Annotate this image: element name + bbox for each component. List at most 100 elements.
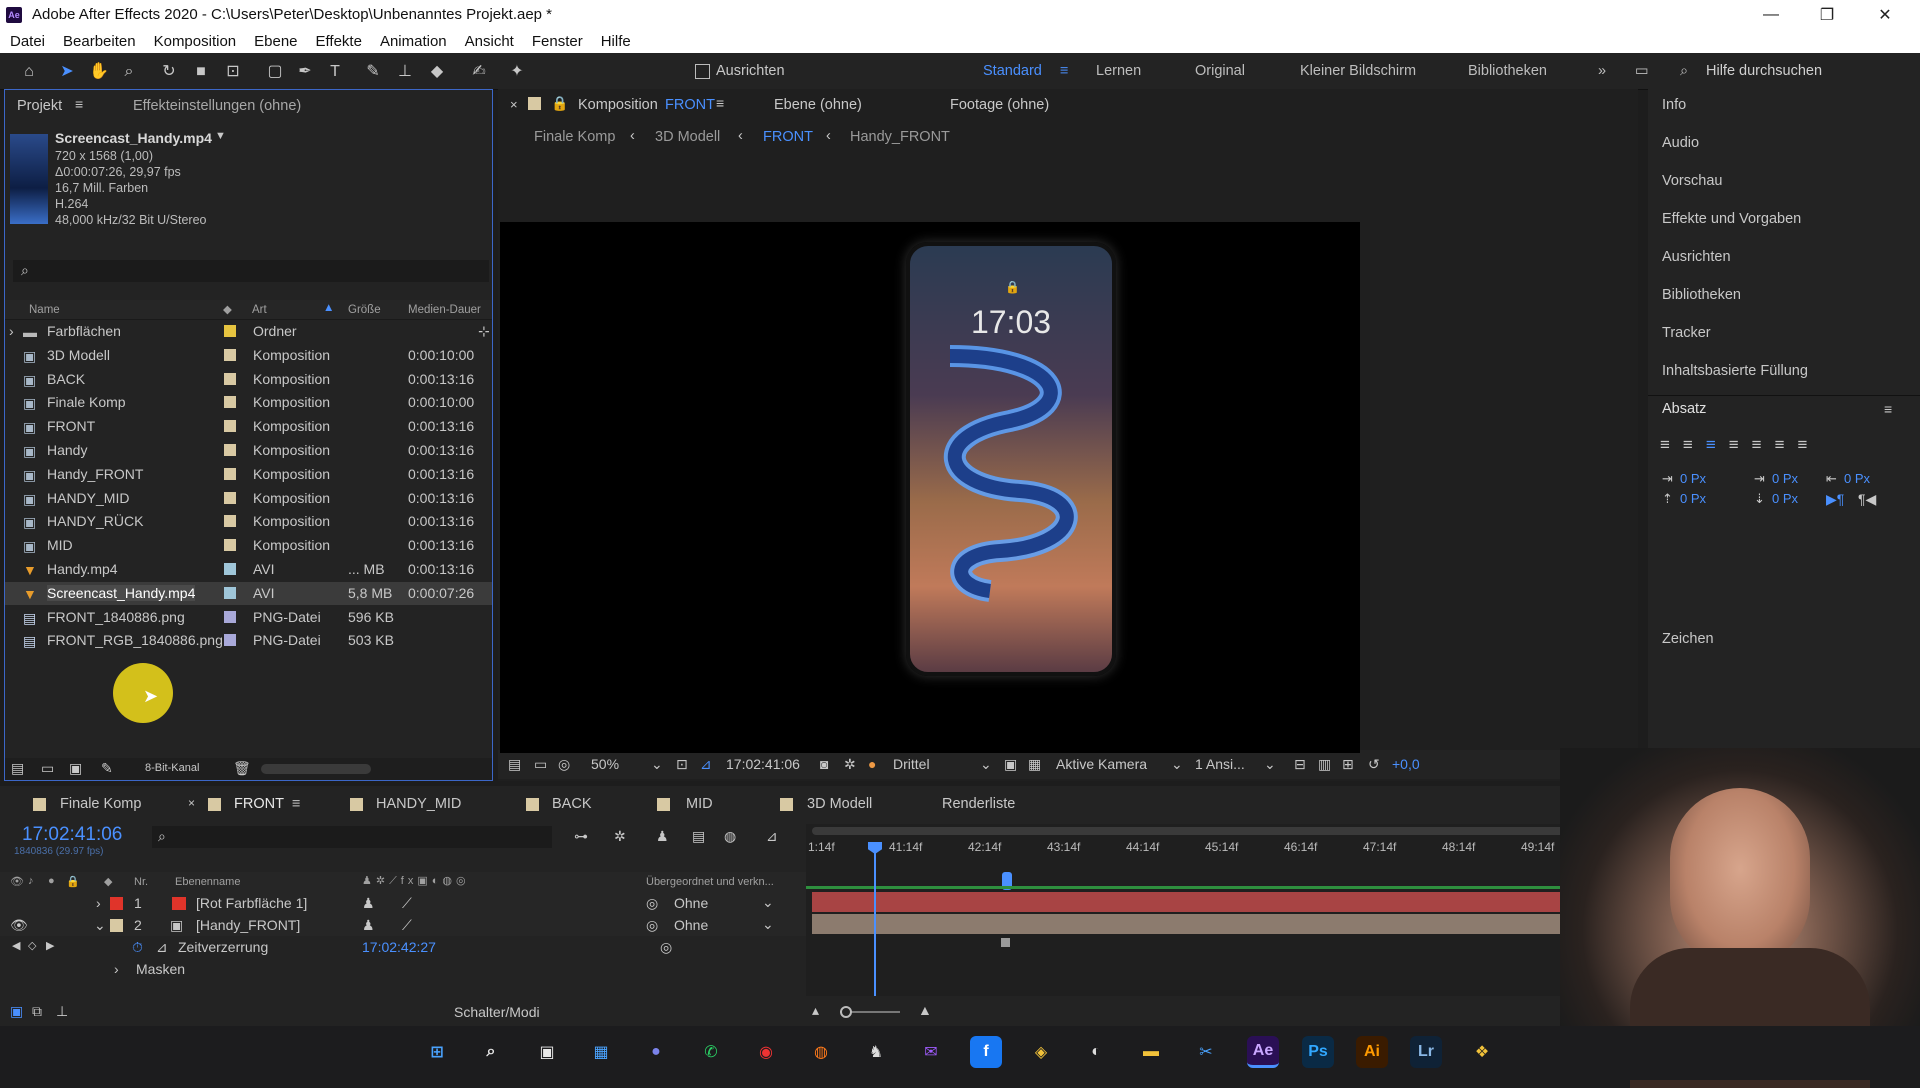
- help-search-input[interactable]: Hilfe durchsuchen: [1706, 63, 1822, 79]
- camera-snapshot-icon[interactable]: ◙: [820, 756, 828, 772]
- exposure-value[interactable]: +0,0: [1392, 756, 1420, 772]
- panel-preview[interactable]: Vorschau: [1662, 173, 1722, 189]
- zoom-out-icon[interactable]: ▴: [812, 1002, 819, 1019]
- maps-icon[interactable]: ◈: [1025, 1036, 1057, 1068]
- timeline-tab-finale-komp[interactable]: Finale Komp: [60, 796, 141, 812]
- layer-label-color[interactable]: [110, 919, 123, 932]
- workspace-standard[interactable]: Standard: [983, 63, 1042, 79]
- transfer-controls-icon[interactable]: ⧉: [32, 1003, 42, 1020]
- comp-tab-name[interactable]: FRONT: [665, 97, 715, 113]
- zoom-slider-handle[interactable]: [840, 1006, 852, 1018]
- breadcrumb-3d-modell[interactable]: 3D Modell: [655, 129, 720, 145]
- project-tab[interactable]: Projekt: [17, 98, 62, 114]
- roto-brush-tool-icon[interactable]: ✍: [468, 61, 490, 83]
- project-item[interactable]: ▼ Handy.mp4 AVI ... MB 0:00:13:16: [5, 558, 492, 581]
- shape-tool-icon[interactable]: ▢: [264, 61, 286, 83]
- item-label-color[interactable]: [224, 491, 236, 504]
- item-label-color[interactable]: [224, 372, 236, 385]
- chevron-down-icon[interactable]: ⌄: [1171, 756, 1183, 773]
- new-folder-icon[interactable]: ▭: [41, 760, 54, 777]
- eraser-tool-icon[interactable]: ◆: [426, 61, 448, 83]
- col-layer-name[interactable]: Ebenenname: [175, 876, 240, 888]
- grid-dropdown[interactable]: Drittel: [893, 756, 930, 772]
- more-workspaces-icon[interactable]: »: [1598, 63, 1606, 79]
- hand-tool-icon[interactable]: ✋: [88, 61, 110, 83]
- add-keyframe-icon[interactable]: ◇: [28, 939, 36, 952]
- sort-ascending-icon[interactable]: ▲: [323, 302, 334, 314]
- illustrator-icon[interactable]: Ai: [1356, 1036, 1388, 1068]
- layer-name[interactable]: [Handy_FRONT]: [196, 917, 300, 933]
- camera-tool-icon[interactable]: ■: [190, 61, 212, 83]
- selection-tool-icon[interactable]: ➤: [56, 61, 78, 83]
- stopwatch-icon[interactable]: ⏱: [132, 939, 143, 956]
- lock-icon[interactable]: 🔒: [551, 95, 568, 112]
- paragraph-menu-icon[interactable]: ≡: [1884, 401, 1892, 417]
- pan-behind-tool-icon[interactable]: ⊡: [222, 61, 244, 83]
- prev-keyframe-icon[interactable]: ◀: [12, 939, 20, 952]
- panel-libraries[interactable]: Bibliotheken: [1662, 287, 1741, 303]
- menu-effekte[interactable]: Effekte: [316, 33, 362, 50]
- panel-effects-presets[interactable]: Effekte und Vorgaben: [1662, 211, 1801, 227]
- views-dropdown[interactable]: 1 Ansi...: [1195, 756, 1245, 772]
- project-item[interactable]: ▼ Screencast_Handy.mp4 AVI 5,8 MB 0:00:07:26: [5, 581, 492, 605]
- chevron-down-icon[interactable]: ⌄: [762, 894, 774, 911]
- effects-tab[interactable]: Effekteinstellungen (ohne): [133, 98, 301, 114]
- viewer-timecode[interactable]: 17:02:41:06: [726, 756, 800, 772]
- layer-name[interactable]: [Rot Farbfläche 1]: [196, 895, 307, 911]
- project-menu-icon[interactable]: ≡: [75, 96, 83, 112]
- bit-depth-button[interactable]: 8-Bit-Kanal: [145, 762, 199, 774]
- help-search-icon[interactable]: ⌕: [1680, 63, 1688, 79]
- chevron-down-icon[interactable]: ⌄: [762, 916, 774, 933]
- project-item[interactable]: ▤ FRONT_RGB_1840886.png PNG-Datei 503 KB: [5, 629, 492, 652]
- chevron-down-icon[interactable]: ⌄: [980, 756, 992, 773]
- item-label-color[interactable]: [224, 444, 236, 456]
- paragraph-align-buttons[interactable]: ≡≡≡≡≡≡≡: [1660, 435, 1820, 455]
- menu-datei[interactable]: Datei: [10, 33, 45, 50]
- messenger-icon[interactable]: ✉: [915, 1036, 947, 1068]
- item-label-color[interactable]: [224, 634, 236, 647]
- expand-chevron-icon[interactable]: ›: [96, 895, 101, 911]
- monitor-icon[interactable]: ▭: [534, 756, 547, 773]
- camera-dropdown[interactable]: Aktive Kamera: [1056, 756, 1147, 772]
- teams-chat-icon[interactable]: ●: [640, 1036, 672, 1068]
- workspace-bibliotheken[interactable]: Bibliotheken: [1468, 63, 1547, 79]
- project-item[interactable]: ▤ FRONT_1840886.png PNG-Datei 596 KB: [5, 606, 492, 629]
- workspace-lernen[interactable]: Lernen: [1096, 63, 1141, 79]
- align-right-icon[interactable]: ≡: [1706, 435, 1729, 454]
- reset-exposure-icon[interactable]: ↺: [1368, 756, 1380, 773]
- project-search-input[interactable]: ⌕: [13, 260, 489, 282]
- timeline-tab-3d-modell[interactable]: 3D Modell: [807, 796, 872, 812]
- task-view-icon[interactable]: ▣: [531, 1036, 563, 1068]
- item-label-color[interactable]: [224, 325, 236, 337]
- windows-start-icon[interactable]: ⊞: [421, 1036, 453, 1068]
- restore-button[interactable]: ❐: [1804, 0, 1850, 29]
- menu-ansicht[interactable]: Ansicht: [465, 33, 514, 50]
- menu-ebene[interactable]: Ebene: [254, 33, 297, 50]
- project-item[interactable]: ▣ HANDY_RÜCK Komposition 0:00:13:16: [5, 510, 492, 533]
- workspace-menu-icon[interactable]: ≡: [1060, 63, 1068, 79]
- transparency-grid-icon[interactable]: ⊿: [700, 756, 712, 773]
- menu-animation[interactable]: Animation: [380, 33, 447, 50]
- workspace-kleiner-bildschirm[interactable]: Kleiner Bildschirm: [1300, 63, 1416, 79]
- breadcrumb-handy-front[interactable]: Handy_FRONT: [850, 129, 950, 145]
- project-item[interactable]: ▣ FRONT Komposition 0:00:13:16: [5, 415, 492, 438]
- toggle-pixel-icon[interactable]: ⊟: [1294, 756, 1306, 773]
- time-remap-value[interactable]: 17:02:42:27: [362, 939, 436, 955]
- motion-blur-icon[interactable]: ◍: [724, 828, 736, 845]
- col-duration[interactable]: Medien-Dauer: [408, 304, 481, 316]
- layer-label-color[interactable]: [110, 897, 123, 910]
- show-channel-icon[interactable]: ✲: [844, 756, 856, 773]
- project-item[interactable]: ▣ MID Komposition 0:00:13:16: [5, 534, 492, 557]
- menu-hilfe[interactable]: Hilfe: [601, 33, 631, 50]
- home-icon[interactable]: ⌂: [18, 61, 40, 83]
- panel-characters[interactable]: Zeichen: [1662, 631, 1714, 647]
- comp-menu-icon[interactable]: ≡: [716, 95, 724, 111]
- item-label-color[interactable]: [224, 467, 236, 480]
- workspace-original[interactable]: Original: [1195, 63, 1245, 79]
- after-effects-icon[interactable]: Ae: [1247, 1036, 1279, 1068]
- item-label-color[interactable]: [224, 348, 236, 361]
- layer-row-1[interactable]: › 1 [Rot Farbfläche 1] ♟ ⟋ ◎ Ohne ⌄: [0, 892, 806, 914]
- obs-icon[interactable]: ◐: [1080, 1036, 1112, 1068]
- zoom-dropdown[interactable]: 50%: [591, 756, 619, 772]
- label-column-icon[interactable]: ◆: [223, 302, 232, 316]
